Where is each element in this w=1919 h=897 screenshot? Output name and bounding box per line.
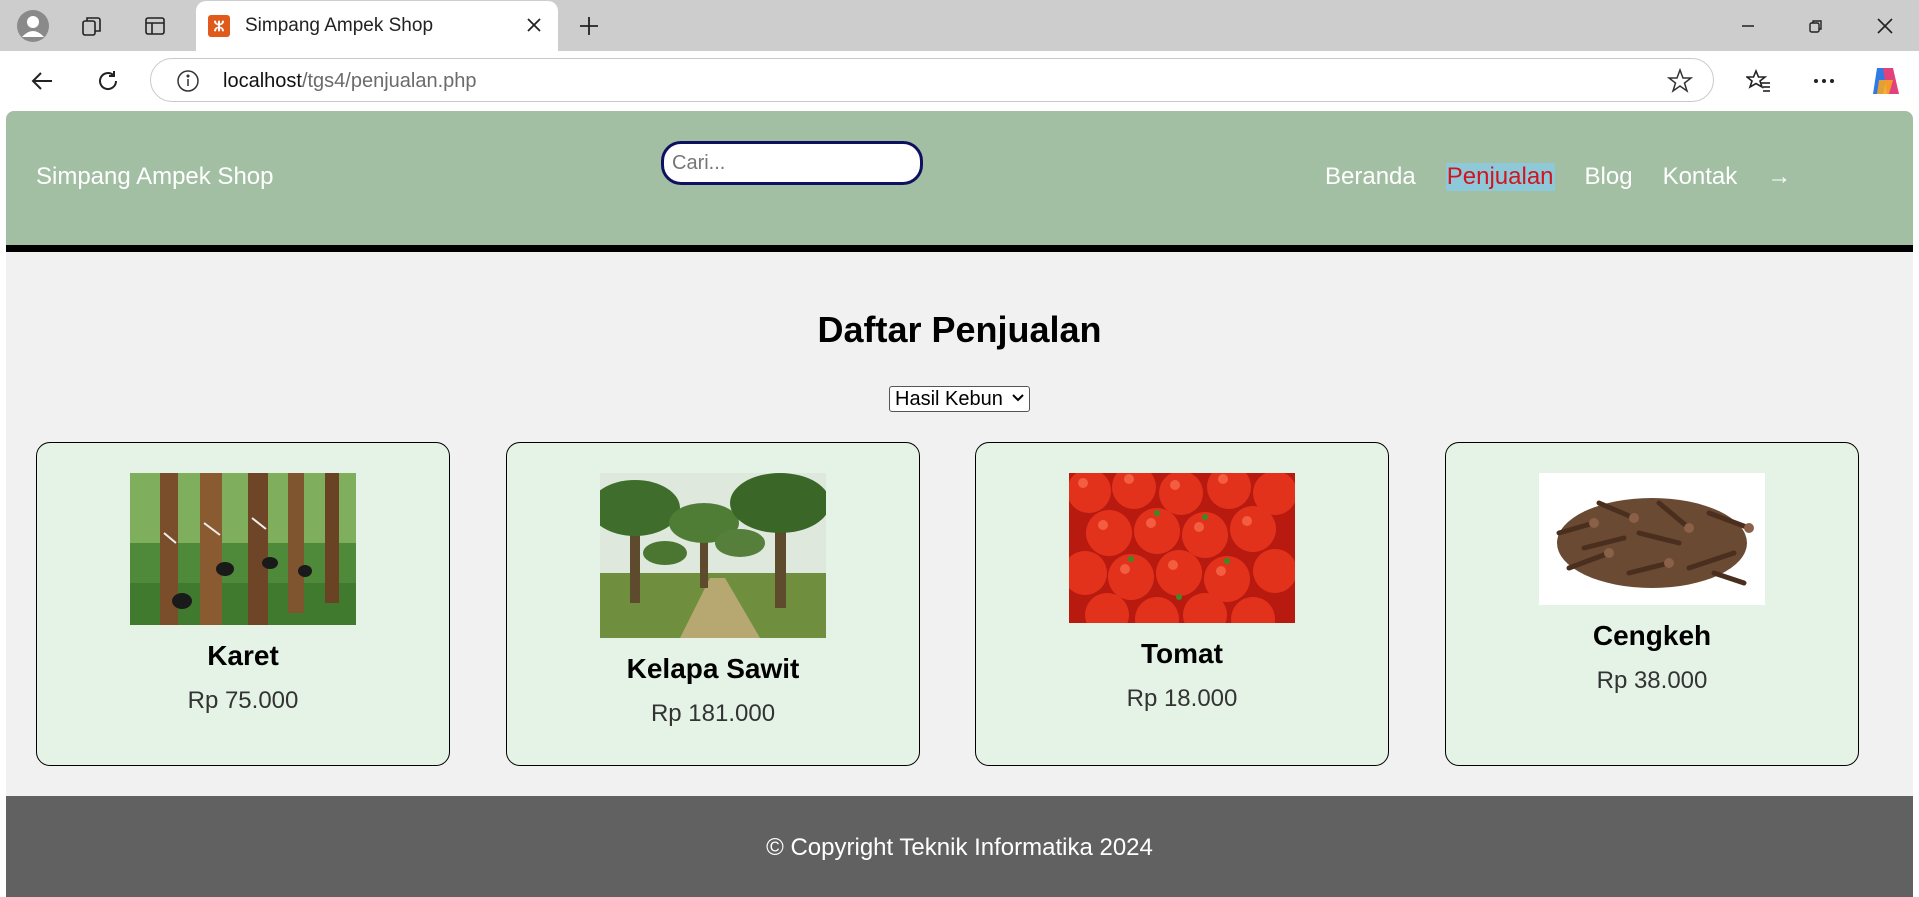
nav-link-penjualan[interactable]: Penjualan (1445, 163, 1555, 191)
nav-link-blog[interactable]: Blog (1585, 163, 1633, 191)
browser-tab-bar: ⵣ Simpang Ampek Shop (0, 0, 1919, 51)
tomato-image (1069, 473, 1295, 623)
product-name: Karet (207, 640, 279, 671)
product-card[interactable]: Tomat Rp 18.000 (975, 442, 1389, 766)
rubber-tree-image (130, 473, 356, 625)
search-input[interactable] (661, 141, 923, 185)
copilot-icon[interactable] (1866, 61, 1906, 101)
reload-icon[interactable] (88, 61, 128, 101)
favorites-icon[interactable] (1739, 61, 1779, 101)
minimize-window-icon[interactable] (1720, 6, 1776, 46)
category-selected-value: Hasil Kebun (895, 388, 1003, 410)
main-nav: Beranda Penjualan Blog Kontak → (1325, 163, 1791, 191)
tab-title: Simpang Ampek Shop (245, 15, 434, 36)
site-brand[interactable]: Simpang Ampek Shop (36, 163, 273, 191)
browser-address-bar: localhost/tgs4/penjualan.php (0, 51, 1919, 111)
close-window-icon[interactable] (1857, 6, 1913, 46)
profile-icon[interactable] (15, 8, 51, 44)
chevron-down-icon (1011, 389, 1025, 413)
url-text: localhost/tgs4/penjualan.php (223, 70, 477, 93)
clove-image (1539, 473, 1765, 605)
site-footer: © Copyright Teknik Informatika 2024 (6, 796, 1913, 897)
logout-arrow-icon[interactable]: → (1767, 163, 1791, 191)
url-path: /tgs4/penjualan.php (301, 70, 477, 92)
site-info-icon[interactable] (176, 69, 200, 93)
product-price: Rp 18.000 (1126, 685, 1238, 712)
web-page: Simpang Ampek Shop Beranda Penjualan Blo… (6, 111, 1913, 897)
product-price: Rp 75.000 (187, 687, 299, 714)
close-tab-icon[interactable] (522, 13, 546, 37)
oil-palm-image (600, 473, 826, 638)
xampp-favicon-icon: ⵣ (208, 15, 230, 37)
new-tab-icon[interactable] (571, 8, 607, 44)
footer-copyright: © Copyright Teknik Informatika 2024 (766, 834, 1153, 861)
category-select[interactable]: Hasil Kebun (889, 386, 1030, 412)
product-name: Kelapa Sawit (626, 653, 800, 684)
more-menu-icon[interactable] (1804, 61, 1844, 101)
workspaces-icon[interactable] (74, 8, 110, 44)
favorite-star-icon[interactable] (1666, 67, 1694, 94)
back-icon[interactable] (22, 61, 62, 101)
nav-link-kontak[interactable]: Kontak (1663, 163, 1738, 191)
url-bar[interactable]: localhost/tgs4/penjualan.php (150, 58, 1714, 102)
restore-window-icon[interactable] (1788, 6, 1844, 46)
product-price: Rp 38.000 (1596, 667, 1708, 694)
nav-link-beranda[interactable]: Beranda (1325, 163, 1416, 191)
tab-actions-icon[interactable] (137, 8, 173, 44)
product-card[interactable]: Karet Rp 75.000 (36, 442, 450, 766)
browser-tab-active[interactable]: ⵣ Simpang Ampek Shop (196, 1, 558, 51)
url-host: localhost (223, 70, 302, 92)
product-card[interactable]: Cengkeh Rp 38.000 (1445, 442, 1859, 766)
site-header: Simpang Ampek Shop Beranda Penjualan Blo… (6, 111, 1913, 252)
product-name: Cengkeh (1592, 620, 1712, 651)
product-card[interactable]: Kelapa Sawit Rp 181.000 (506, 442, 920, 766)
page-title: Daftar Penjualan (817, 309, 1102, 350)
product-name: Tomat (1141, 638, 1223, 669)
product-price: Rp 181.000 (650, 700, 776, 727)
